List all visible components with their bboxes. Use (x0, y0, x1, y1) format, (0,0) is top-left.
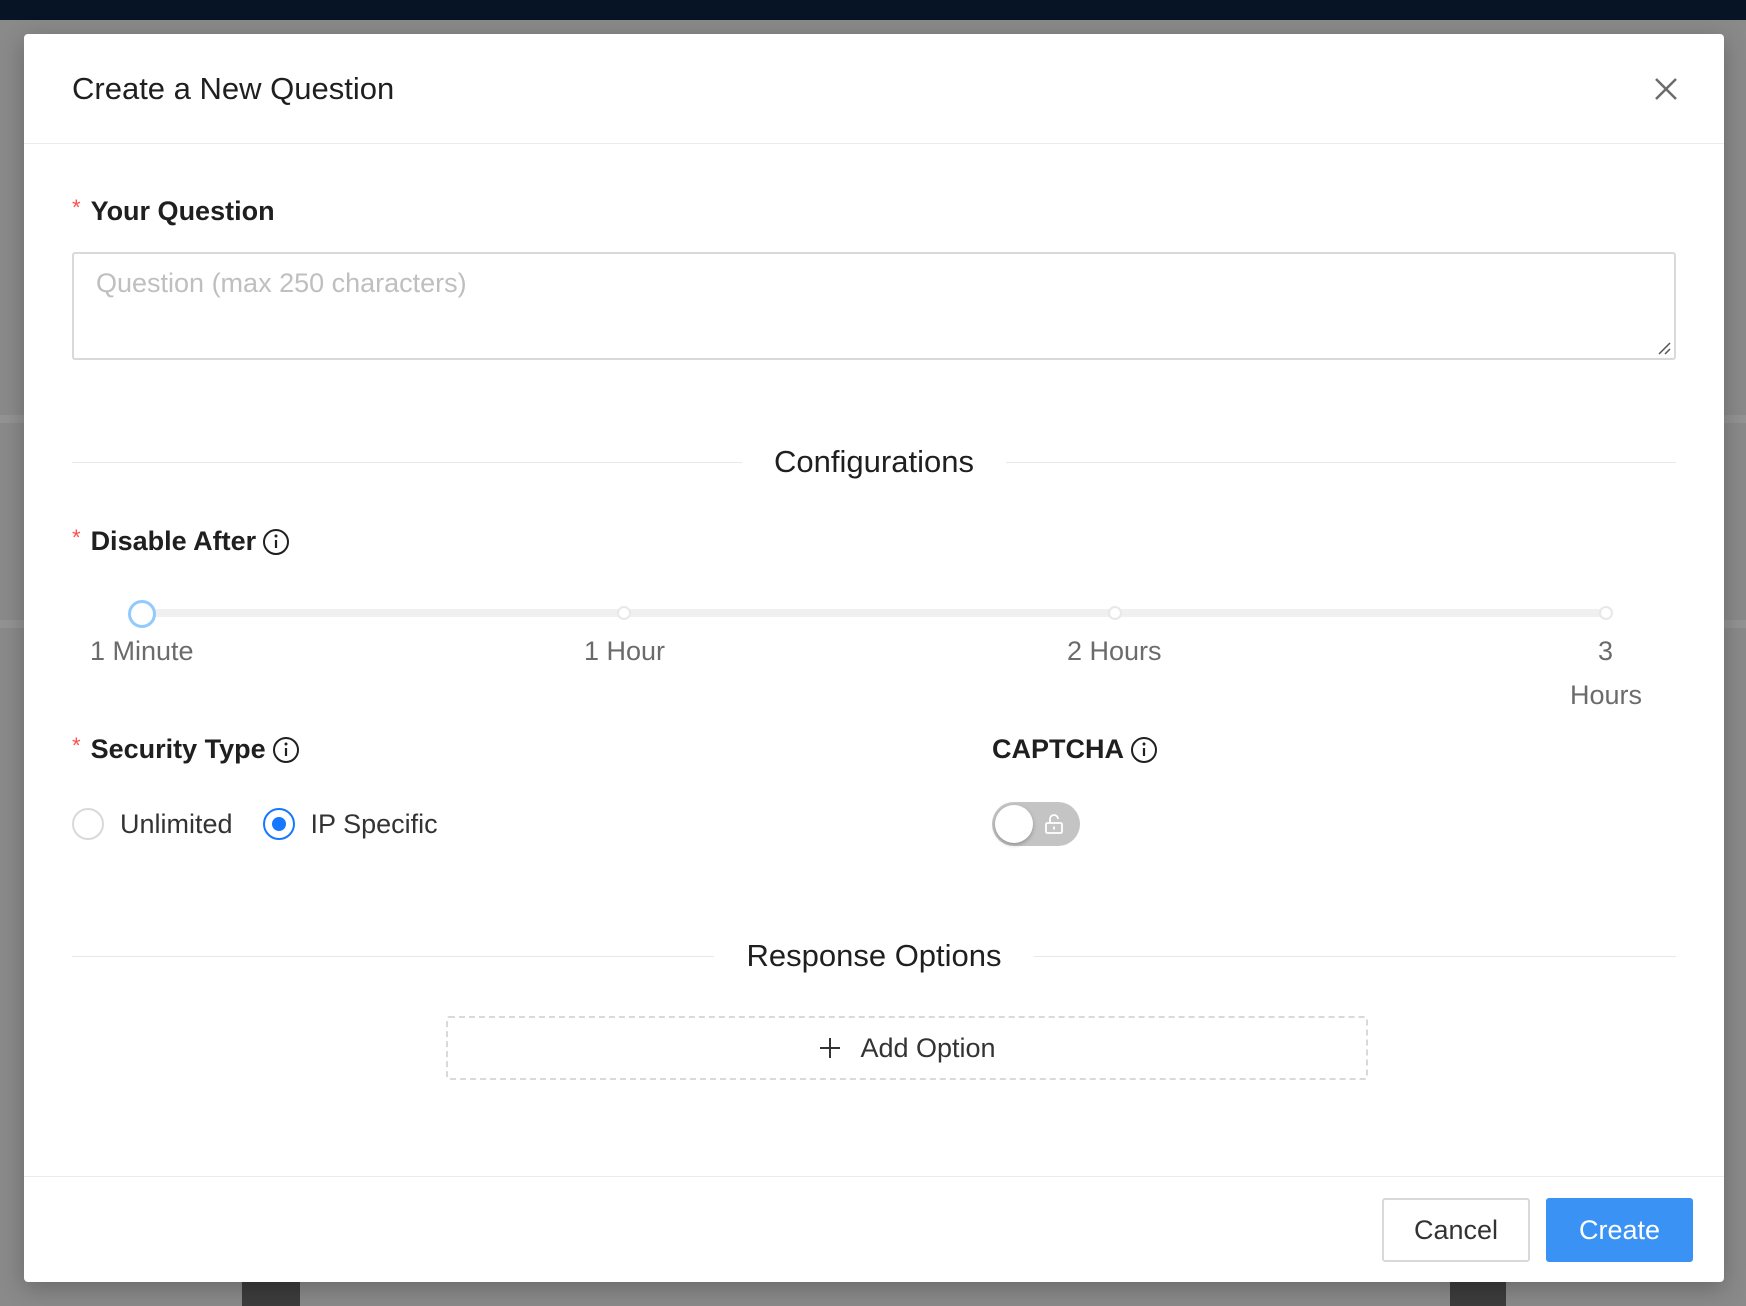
required-marker: * (72, 194, 81, 220)
captcha-toggle[interactable] (992, 802, 1080, 846)
add-option-label[interactable]: Add Option (860, 1033, 995, 1064)
slider-mark-dot[interactable] (617, 606, 631, 620)
radio-unlimited-label[interactable]: Unlimited (120, 809, 233, 840)
radio-circle[interactable] (72, 808, 104, 840)
resize-handle-icon[interactable] (1656, 340, 1672, 356)
disable-after-slider-handle[interactable] (128, 600, 156, 628)
slider-mark-label[interactable]: 1 Minute (90, 636, 194, 667)
disable-after-label: * Disable After (72, 524, 290, 557)
slider-mark-dot[interactable] (1108, 606, 1122, 620)
background-block (242, 1282, 300, 1306)
info-icon[interactable] (262, 528, 290, 556)
response-options-divider: Response Options (72, 938, 1677, 974)
modal-title: Create a New Question (72, 70, 395, 106)
question-label-text: Your Question (90, 196, 275, 226)
question-label: * Your Question (72, 194, 275, 227)
radio-unlimited[interactable]: Unlimited (72, 808, 233, 840)
cancel-button[interactable]: Cancel (1382, 1198, 1530, 1262)
unlock-icon (1045, 814, 1063, 834)
toggle-knob (995, 805, 1033, 843)
radio-circle-checked[interactable] (262, 808, 295, 840)
disable-after-slider-rail[interactable] (142, 609, 1606, 617)
create-button[interactable]: Create (1546, 1198, 1693, 1262)
slider-mark-label[interactable]: 3 (1598, 636, 1613, 667)
plus-icon (820, 1038, 841, 1058)
radio-ip-specific[interactable]: IP Specific (262, 808, 438, 840)
configurations-heading: Configurations (774, 444, 974, 479)
captcha-label-text: CAPTCHA (992, 734, 1124, 764)
question-input[interactable] (72, 252, 1676, 360)
configurations-divider: Configurations (72, 444, 1676, 480)
disable-after-label-text: Disable After (90, 526, 257, 556)
modal-header: Create a New Question (24, 34, 1724, 144)
add-option-button[interactable]: Add Option (446, 1016, 1368, 1080)
info-icon[interactable] (272, 736, 300, 764)
slider-mark-label[interactable]: Hours (1570, 680, 1642, 711)
radio-ip-specific-label[interactable]: IP Specific (311, 809, 438, 840)
app-topbar (0, 0, 1746, 20)
captcha-label: CAPTCHA (992, 734, 1158, 765)
background-block (1450, 1282, 1506, 1306)
security-type-label: * Security Type (72, 732, 300, 765)
required-marker: * (72, 732, 81, 758)
slider-mark-label[interactable]: 2 Hours (1067, 636, 1162, 667)
create-question-modal: Create a New Question (24, 34, 1724, 1282)
security-type-label-text: Security Type (90, 734, 266, 764)
response-options-heading: Response Options (746, 938, 1002, 973)
info-icon[interactable] (1130, 736, 1158, 764)
slider-mark-label[interactable]: 1 Hour (584, 636, 665, 667)
security-type-radio-group: Unlimited IP Specific (72, 808, 468, 840)
slider-mark-dot[interactable] (1599, 606, 1613, 620)
close-icon[interactable] (1648, 71, 1684, 107)
required-marker: * (72, 524, 81, 550)
